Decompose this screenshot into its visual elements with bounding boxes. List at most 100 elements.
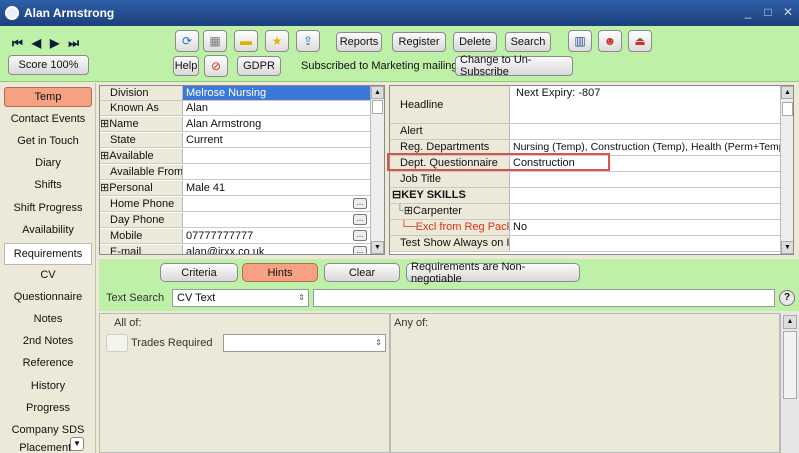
left-grid-scrollbar[interactable]: ▲ ▼ [370, 86, 384, 254]
grid-value[interactable] [510, 204, 780, 219]
scroll-up-icon[interactable]: ▲ [371, 86, 384, 99]
grid-value[interactable]: Current [183, 133, 370, 147]
sidebar-item-contact-events[interactable]: Contact Events [4, 109, 92, 129]
grid-value[interactable]: Alan [183, 101, 370, 115]
grid-value[interactable]: No [510, 220, 780, 235]
grid-value[interactable]: alan@jrxx.co.uk... [183, 245, 370, 254]
grid-value[interactable]: Melrose Nursing [183, 86, 370, 100]
ellipsis-button[interactable]: ... [353, 246, 367, 254]
refresh-icon[interactable]: ⟳ [175, 30, 199, 52]
grid-row-personal[interactable]: ⊞Personal Male 41 [100, 181, 370, 196]
grid-value[interactable]: Alan Armstrong [183, 117, 370, 131]
sidebar-item-2nd-notes[interactable]: 2nd Notes [4, 331, 92, 351]
grid-row-email[interactable]: E-mail alan@jrxx.co.uk... [100, 245, 370, 254]
sidebar-item-progress[interactable]: Progress [4, 398, 92, 418]
sidebar-item-notes[interactable]: Notes [4, 309, 92, 329]
search-button[interactable]: Search [505, 32, 551, 52]
grid-value[interactable] [510, 236, 780, 251]
ellipsis-button[interactable]: ... [353, 198, 367, 209]
expand-icon[interactable]: ⊞ [100, 150, 109, 162]
grid-row-known-as[interactable]: Known As Alan [100, 101, 370, 116]
sidebar-item-diary[interactable]: Diary [4, 153, 92, 173]
trades-select[interactable]: ⇕ [223, 334, 386, 352]
grid-value[interactable]: ... [183, 213, 370, 227]
grid-row-alert[interactable]: Alert [390, 124, 780, 140]
score-button[interactable]: Score 100% [8, 55, 89, 75]
grid-row-home-phone[interactable]: Home Phone ... [100, 197, 370, 212]
grid-row-key-skills[interactable]: ⊟KEY SKILLS [390, 188, 780, 204]
scroll-thumb[interactable] [372, 100, 383, 114]
scroll-thumb[interactable] [783, 331, 797, 399]
gdpr-button[interactable]: GDPR [237, 56, 281, 76]
spinner-icon[interactable]: ⇕ [298, 290, 305, 306]
scroll-down-icon[interactable]: ▼ [781, 241, 793, 254]
chevron-down-icon[interactable]: ▼ [70, 437, 84, 451]
collapse-icon[interactable]: ⊟ [392, 189, 401, 201]
hints-button[interactable]: Hints [242, 263, 318, 282]
grid-value[interactable] [510, 188, 780, 203]
expand-icon[interactable]: ⊞ [100, 118, 109, 130]
grid-value[interactable] [510, 172, 780, 187]
scroll-down-icon[interactable]: ▼ [371, 241, 384, 254]
grid-row-test-show[interactable]: Test Show Always on I [390, 236, 780, 252]
text-search-type-select[interactable]: CV Text ⇕ [172, 289, 309, 307]
grid-row-mobile[interactable]: Mobile 07777777777... [100, 229, 370, 244]
help-button[interactable]: Help [173, 56, 199, 76]
maximize-icon[interactable]: □ [761, 4, 775, 20]
send-icon[interactable]: ⇪ [296, 30, 320, 52]
text-search-input[interactable] [313, 289, 775, 307]
first-record-icon[interactable]: ⏮ [12, 36, 23, 51]
criteria-button[interactable]: Criteria [160, 263, 238, 282]
unsubscribe-button[interactable]: Change to Un-Subscribe [455, 54, 573, 78]
scroll-up-icon[interactable]: ▲ [781, 86, 793, 99]
sidebar-item-shift-progress[interactable]: Shift Progress [4, 198, 92, 218]
user-icon[interactable]: ☻ [598, 30, 622, 52]
minimize-icon[interactable]: _ [741, 4, 755, 20]
trades-checkbox[interactable] [106, 334, 128, 352]
sidebar-item-reference[interactable]: Reference [4, 353, 92, 373]
sidebar-item-get-in-touch[interactable]: Get in Touch [4, 131, 92, 151]
expand-icon[interactable]: ⊞ [404, 205, 413, 217]
ellipsis-button[interactable]: ... [353, 230, 367, 241]
calendar-icon[interactable]: ▦ [203, 30, 227, 52]
clear-button[interactable]: Clear [324, 263, 400, 282]
delete-button[interactable]: Delete [453, 32, 497, 52]
grid-value[interactable]: ... [183, 197, 370, 211]
exit-icon[interactable]: ⏏ [628, 30, 652, 52]
right-grid-scrollbar[interactable]: ▲ ▼ [780, 86, 793, 254]
last-record-icon[interactable]: ⏭ [68, 36, 79, 51]
next-record-icon[interactable]: ▶ [50, 36, 59, 51]
star-icon[interactable]: ★ [265, 30, 289, 52]
sidebar-item-history[interactable]: History [4, 376, 92, 396]
grid-row-carpenter[interactable]: └⊞Carpenter [390, 204, 780, 220]
database-icon[interactable]: ▥ [568, 30, 592, 52]
grid-row-headline[interactable]: Headline Next Expiry: -807 [390, 86, 780, 124]
grid-row-available-from[interactable]: Available From [100, 165, 370, 180]
headline-value[interactable]: Next Expiry: -807 [510, 86, 780, 123]
register-button[interactable]: Register [392, 32, 446, 52]
grid-row-day-phone[interactable]: Day Phone ... [100, 213, 370, 228]
no-contact-icon[interactable]: ⊘ [204, 55, 228, 77]
spinner-icon[interactable]: ⇕ [375, 335, 382, 351]
grid-value[interactable]: Male 41 [183, 181, 370, 195]
sidebar-item-requirements[interactable]: Requirements [4, 243, 92, 265]
grid-row-name[interactable]: ⊞Name Alan Armstrong [100, 117, 370, 132]
close-icon[interactable]: ✕ [781, 4, 795, 20]
sidebar-item-questionnaire[interactable]: Questionnaire [4, 287, 92, 307]
scroll-thumb[interactable] [782, 102, 793, 116]
scroll-up-icon[interactable]: ▲ [783, 315, 797, 329]
help-icon[interactable]: ? [779, 290, 795, 306]
sidebar-item-shifts[interactable]: Shifts [4, 175, 92, 195]
sidebar-item-temp[interactable]: Temp [4, 87, 92, 107]
grid-row-excl-from-reg-pack[interactable]: └─Excl from Reg Pack s No [390, 220, 780, 236]
sidebar-item-cv[interactable]: CV [4, 265, 92, 285]
grid-row-state[interactable]: State Current [100, 133, 370, 148]
reports-button[interactable]: Reports [336, 32, 382, 52]
previous-record-icon[interactable]: ◀ [32, 36, 41, 51]
note-icon[interactable]: ▬ [234, 30, 258, 52]
grid-value[interactable] [183, 165, 370, 179]
grid-value[interactable]: 07777777777... [183, 229, 370, 243]
sidebar-item-availability[interactable]: Availability [4, 220, 92, 240]
grid-value[interactable] [510, 124, 780, 139]
non-negotiable-button[interactable]: Requirements are Non-negotiable [406, 261, 580, 285]
